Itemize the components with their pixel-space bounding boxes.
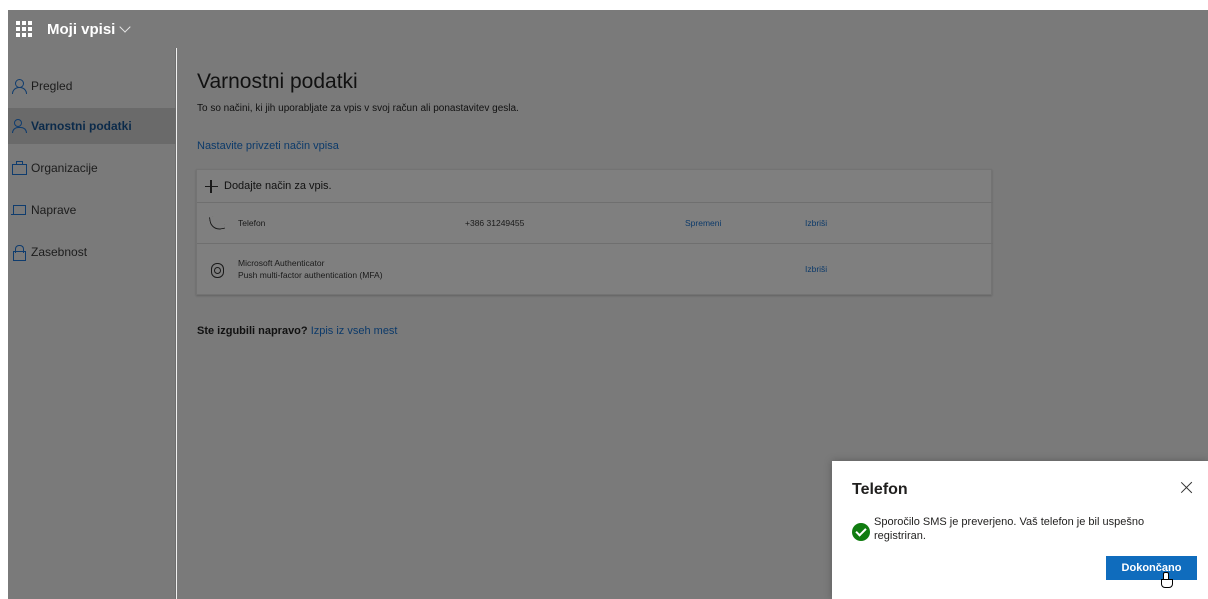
delete-authenticator-link[interactable]: Izbriši [805,264,827,274]
app-launcher-icon[interactable] [16,21,32,37]
dialog-title: Telefon [852,481,908,498]
briefcase-icon [12,161,27,175]
method-detail: Push multi-factor authentication (MFA) [238,270,383,280]
sidebar-item-organizacije[interactable]: Organizacije [8,150,176,186]
app-title[interactable]: Moji vpisi [47,21,115,38]
sidebar-item-naprave[interactable]: Naprave [8,192,176,228]
laptop-icon [11,203,26,217]
sidebar-item-label: Organizacije [31,161,98,175]
page-subtitle: To so načini, ki jih uporabljate za vpis… [197,103,519,114]
sidebar-item-label: Zasebnost [31,245,88,259]
top-bar: Moji vpisi [8,10,1208,48]
sidebar-item-label: Pregled [31,79,73,93]
plus-icon [205,180,218,193]
method-row-phone: Telefon +386 31249455 Spremeni Izbriši [197,203,993,244]
person-icon [12,79,27,94]
methods-card: Dodajte način za vpis. Telefon +386 3124… [196,169,993,295]
done-button[interactable]: Dokončano [1106,556,1197,580]
sidebar-item-pregled[interactable]: Pregled [8,68,176,104]
change-phone-link[interactable]: Spremeni [685,218,721,228]
hand-cursor-icon [1161,572,1173,588]
sign-out-everywhere-link[interactable]: Izpis iz vseh mest [311,325,398,337]
add-method-label: Dodajte način za vpis. [224,180,332,192]
close-icon[interactable] [1180,481,1194,495]
method-name: Telefon [238,218,266,228]
set-default-method-link[interactable]: Nastavite privzeti način vpisa [197,140,339,152]
add-method-button[interactable]: Dodajte način za vpis. [197,170,993,203]
sidebar-item-varnostni-podatki[interactable]: Varnostni podatki [8,108,176,144]
success-check-icon [852,523,870,541]
phone-icon [209,215,225,231]
sidebar-item-label: Naprave [31,203,77,217]
phone-dialog: Telefon Sporočilo SMS je preverjeno. Vaš… [832,461,1208,599]
method-name: Microsoft Authenticator [238,258,325,268]
delete-phone-link[interactable]: Izbriši [805,218,827,228]
sidebar-item-zasebnost[interactable]: Zasebnost [8,234,176,270]
sidebar: Pregled Varnostni podatki Organizacije N… [8,48,176,599]
authenticator-icon [209,262,225,278]
sidebar-item-label: Varnostni podatki [31,119,132,133]
lock-icon [12,245,26,261]
main-content: Varnostni podatki To so načini, ki jih u… [177,48,1208,346]
lost-device-line: Ste izgubili napravo? Izpis iz vseh mest [197,325,398,337]
lost-device-text: Ste izgubili napravo? [197,325,308,337]
key-person-icon [12,119,27,133]
page-title: Varnostni podatki [197,70,358,93]
method-value: +386 31249455 [465,218,525,228]
dialog-message: Sporočilo SMS je preverjeno. Vaš telefon… [874,516,1145,542]
chevron-down-icon[interactable] [119,21,132,33]
method-row-authenticator: Microsoft Authenticator Push multi-facto… [197,244,993,295]
